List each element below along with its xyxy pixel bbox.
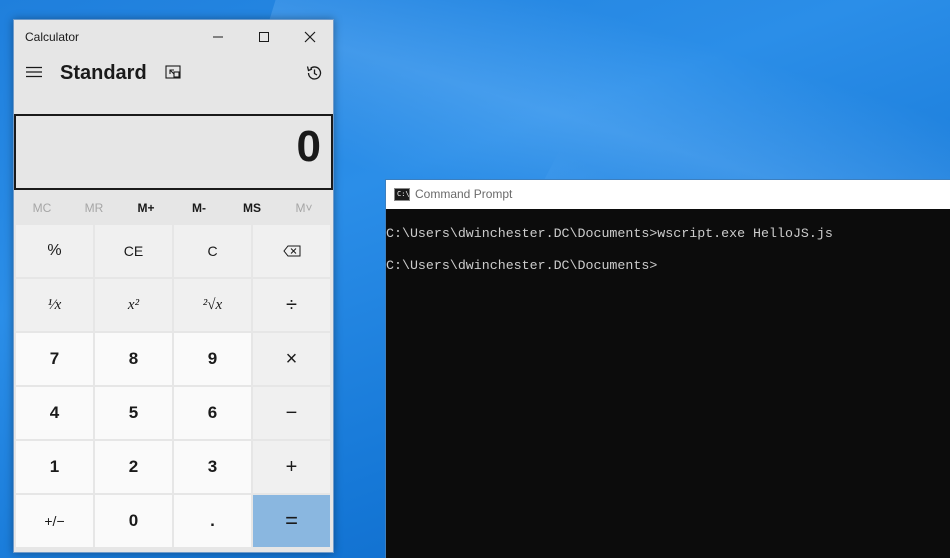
digit-1-button[interactable]: 1 xyxy=(16,441,93,493)
memory-store-button[interactable]: MS xyxy=(226,196,278,220)
digit-2-button[interactable]: 2 xyxy=(95,441,172,493)
maximize-icon xyxy=(259,32,269,42)
history-icon xyxy=(306,66,322,80)
title-bar[interactable]: C:\ Command Prompt xyxy=(386,180,950,209)
navigation-menu-button[interactable] xyxy=(24,62,44,82)
clear-entry-button[interactable]: CE xyxy=(95,225,172,277)
backspace-icon xyxy=(282,245,300,257)
close-button[interactable] xyxy=(287,20,333,54)
close-icon xyxy=(304,31,316,43)
memory-subtract-button[interactable]: M- xyxy=(173,196,225,220)
equals-button[interactable]: = xyxy=(253,495,330,547)
console-icon: C:\ xyxy=(394,188,410,201)
command-prompt-window: C:\ Command Prompt C:\Users\dwinchester.… xyxy=(385,179,950,558)
minimize-button[interactable] xyxy=(195,20,241,54)
negate-button[interactable]: +/− xyxy=(16,495,93,547)
minus-button[interactable]: − xyxy=(253,387,330,439)
console-line: C:\Users\dwinchester.DC\Documents>wscrip… xyxy=(386,226,833,241)
backspace-button[interactable] xyxy=(253,225,330,277)
clear-button[interactable]: C xyxy=(174,225,251,277)
percent-button[interactable]: % xyxy=(16,225,93,277)
multiply-button[interactable]: × xyxy=(253,333,330,385)
console-line: C:\Users\dwinchester.DC\Documents> xyxy=(386,258,658,273)
digit-6-button[interactable]: 6 xyxy=(174,387,251,439)
digit-8-button[interactable]: 8 xyxy=(95,333,172,385)
title-bar[interactable]: Calculator xyxy=(14,20,333,54)
maximize-button[interactable] xyxy=(241,20,287,54)
plus-button[interactable]: + xyxy=(253,441,330,493)
digit-7-button[interactable]: 7 xyxy=(16,333,93,385)
digit-4-button[interactable]: 4 xyxy=(16,387,93,439)
digit-0-button[interactable]: 0 xyxy=(95,495,172,547)
digit-3-button[interactable]: 3 xyxy=(174,441,251,493)
display-value: 0 xyxy=(296,122,321,171)
mode-title: Standard xyxy=(60,62,147,84)
memory-recall-button[interactable]: MR xyxy=(68,196,120,220)
calculator-window: Calculator Standard 0 MC MR M+ M- MS M˅ xyxy=(13,19,334,553)
digit-9-button[interactable]: 9 xyxy=(174,333,251,385)
square-root-button[interactable]: ²√x xyxy=(174,279,251,331)
result-display: 0 xyxy=(14,114,333,190)
divide-button[interactable]: ÷ xyxy=(253,279,330,331)
digit-5-button[interactable]: 5 xyxy=(95,387,172,439)
reciprocal-button[interactable]: ¹⁄x xyxy=(16,279,93,331)
square-button[interactable]: x² xyxy=(95,279,172,331)
memory-row: MC MR M+ M- MS M˅ xyxy=(16,196,332,220)
hamburger-icon xyxy=(26,66,42,78)
minimize-icon xyxy=(213,36,223,38)
memory-add-button[interactable]: M+ xyxy=(120,196,172,220)
history-button[interactable] xyxy=(304,63,324,83)
keep-on-top-button[interactable] xyxy=(164,63,182,81)
keep-on-top-icon xyxy=(165,65,181,79)
memory-clear-button[interactable]: MC xyxy=(16,196,68,220)
decimal-button[interactable]: . xyxy=(174,495,251,547)
window-title: Command Prompt xyxy=(415,187,513,201)
calculator-header: Standard xyxy=(14,54,333,96)
memory-list-button[interactable]: M˅ xyxy=(278,196,330,220)
window-title: Calculator xyxy=(25,30,80,44)
